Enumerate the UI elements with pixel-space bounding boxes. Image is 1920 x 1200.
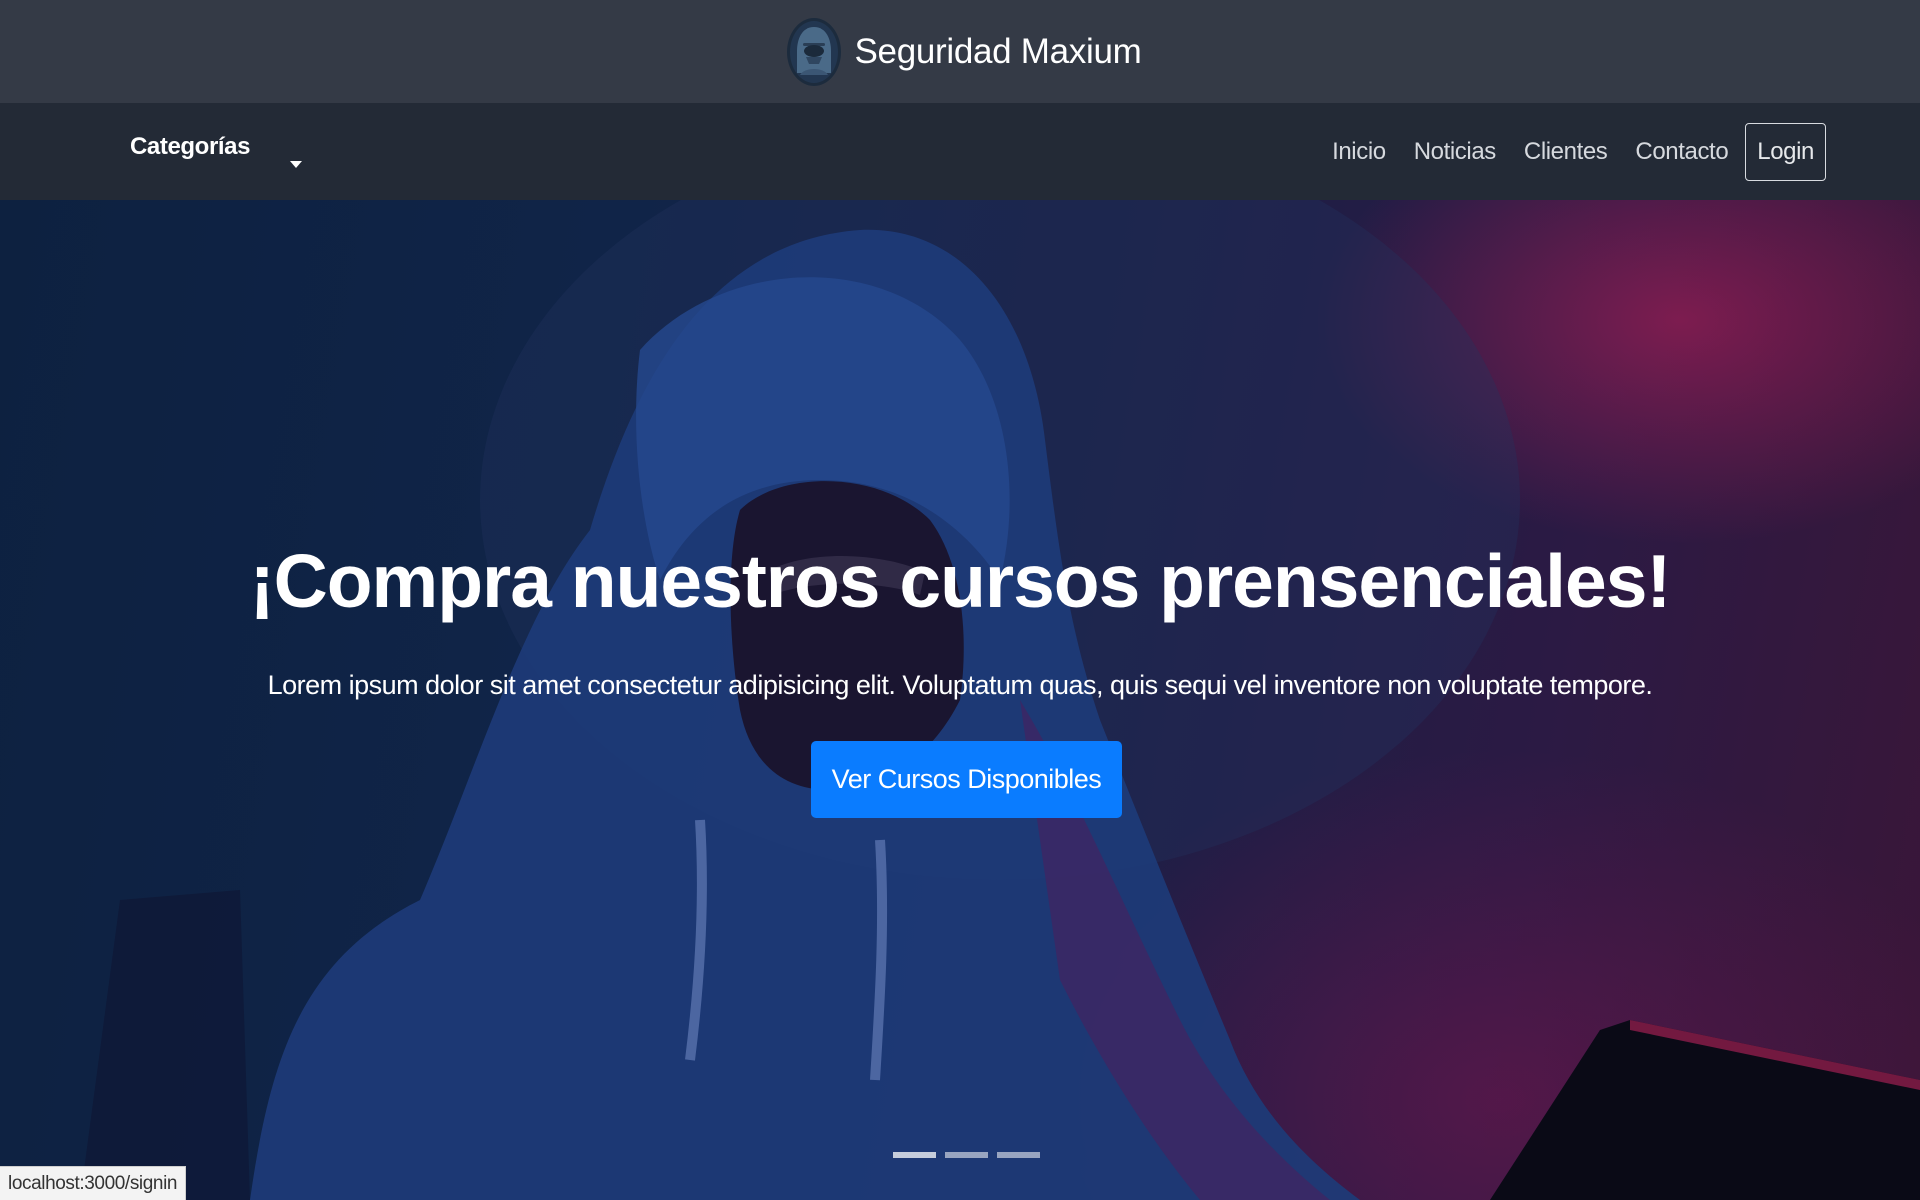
categories-dropdown[interactable]: Categorías	[130, 133, 303, 168]
brand-link[interactable]: Seguridad Maxium	[786, 17, 1142, 87]
categories-label: Categorías	[130, 133, 251, 160]
nav-link-clientes[interactable]: Clientes	[1510, 138, 1622, 166]
hero-title: ¡Compra nuestros cursos prensenciales!	[249, 539, 1672, 623]
view-courses-button[interactable]: Ver Cursos Disponibles	[811, 741, 1122, 818]
carousel-indicators	[893, 1152, 1040, 1158]
carousel-indicator-2[interactable]	[945, 1152, 988, 1158]
nav-links: Inicio Noticias Clientes Contacto Login	[1318, 123, 1826, 181]
nav-link-noticias[interactable]: Noticias	[1400, 138, 1510, 166]
hooded-hacker-icon	[787, 17, 842, 86]
hero-carousel: ¡Compra nuestros cursos prensenciales! L…	[0, 200, 1920, 1200]
brand-name: Seguridad Maxium	[854, 31, 1142, 71]
login-button[interactable]: Login	[1745, 123, 1826, 181]
caret-down-icon	[290, 161, 303, 168]
hero-text: Lorem ipsum dolor sit amet consectetur a…	[267, 670, 1653, 700]
carousel-indicator-3[interactable]	[997, 1152, 1040, 1158]
brand-bar: Seguridad Maxium	[0, 0, 1920, 103]
hero-content: ¡Compra nuestros cursos prensenciales! L…	[0, 200, 1920, 1200]
nav-link-inicio[interactable]: Inicio	[1318, 138, 1400, 166]
nav-link-contacto[interactable]: Contacto	[1621, 138, 1742, 166]
main-navbar: Categorías Inicio Noticias Clientes Cont…	[0, 103, 1920, 200]
carousel-indicator-1[interactable]	[893, 1152, 936, 1158]
status-bar-url: localhost:3000/signin	[0, 1166, 187, 1200]
